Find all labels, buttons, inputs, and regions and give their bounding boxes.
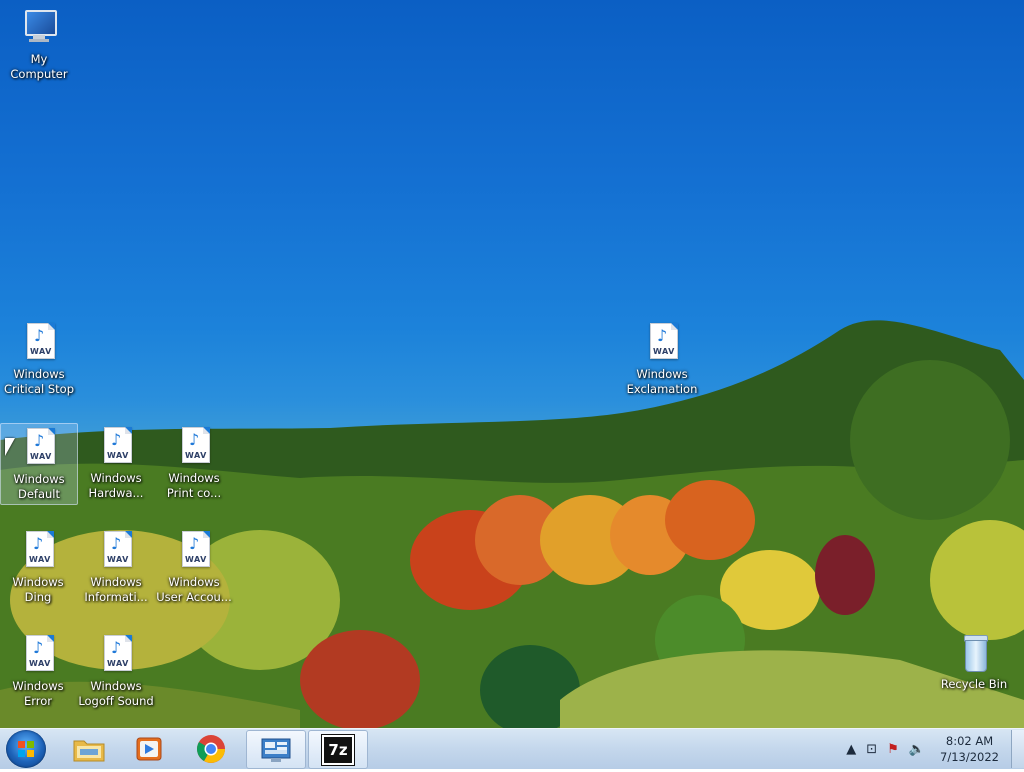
wav-file-windows-error[interactable]: ♪ WAV Windows Error [0,635,76,709]
start-button[interactable] [6,730,46,768]
folder-icon [73,740,105,761]
wav-file-windows-hardware[interactable]: ♪ WAV Windows Hardwa... [78,427,154,501]
icon-label: Windows User Accou... [156,575,232,604]
control-panel-icon [261,738,291,762]
icon-label: Windows Informati... [84,575,148,604]
mouse-pointer-icon [5,438,15,456]
icon-label: Windows Hardwa... [88,471,144,500]
icon-label: Windows Logoff Sound [78,679,154,708]
icon-label: My Computer [10,52,68,81]
icon-label: Windows Default [13,472,65,501]
windows-logo-icon [18,741,34,757]
chrome-icon [197,734,225,763]
recycle-bin-icon [956,633,992,673]
recycle-bin-icon-item[interactable]: Recycle Bin [936,633,1012,692]
wav-file-icon: ♪ WAV [98,635,134,675]
7zip-icon: 7z [321,733,355,766]
wav-file-icon: ♪ WAV [20,531,56,571]
taskbar-7zip[interactable]: 7z [308,730,368,769]
wav-file-icon: ♪ WAV [98,531,134,571]
wallpaper [0,320,1024,728]
wav-file-icon: ♪ WAV [644,323,680,363]
taskbar-chrome[interactable] [182,730,240,767]
clock-date: 7/13/2022 [940,750,999,764]
computer-icon [21,8,57,48]
icon-label: Windows Ding [12,575,64,604]
wav-file-icon: ♪ WAV [176,427,212,467]
icon-label: Recycle Bin [940,677,1008,691]
wav-file-icon: ♪ WAV [176,531,212,571]
action-center-flag-icon[interactable]: ⚑ [887,742,899,757]
wav-file-icon: ♪ WAV [20,635,56,675]
volume-icon[interactable]: 🔈 [909,742,925,757]
wav-file-windows-user-account[interactable]: ♪ WAV Windows User Accou... [156,531,232,605]
clock[interactable]: 8:02 AM 7/13/2022 [940,733,999,765]
clock-time: 8:02 AM [945,734,994,748]
icon-label: Windows Error [12,679,64,708]
icon-label: Windows Critical Stop [3,367,75,396]
wav-file-windows-print-complete[interactable]: ♪ WAV Windows Print co... [156,427,232,501]
wav-file-windows-default[interactable]: ♪ WAV Windows Default [0,423,78,505]
wav-file-windows-information[interactable]: ♪ WAV Windows Informati... [78,531,154,605]
icon-label: Windows Exclamation [626,367,698,396]
show-desktop-button[interactable] [1011,730,1024,768]
desktop: My Computer ♪ WAV Windows Critical Stop ♪… [0,0,1024,728]
wav-file-windows-critical-stop[interactable]: ♪ WAV Windows Critical Stop [1,323,77,397]
taskbar-media-player[interactable] [120,730,178,767]
network-icon[interactable]: ⊡ [866,742,877,757]
show-hidden-icons-chevron-icon[interactable]: ▲ [846,742,856,757]
taskbar: 7z ▲ ⊡ ⚑ 🔈 8:02 AM 7/13/2022 [0,728,1024,769]
wav-file-icon: ♪ WAV [98,427,134,467]
wav-file-windows-logoff-sound[interactable]: ♪ WAV Windows Logoff Sound [78,635,154,709]
wav-file-icon: ♪ WAV [21,323,57,363]
system-tray: ▲ ⊡ ⚑ 🔈 8:02 AM 7/13/2022 [841,729,1024,769]
wav-file-windows-exclamation[interactable]: ♪ WAV Windows Exclamation [624,323,700,397]
icon-label: Windows Print co... [166,471,222,500]
taskbar-control-panel[interactable] [246,730,306,769]
media-player-icon [136,737,162,760]
wav-file-windows-ding[interactable]: ♪ WAV Windows Ding [0,531,76,605]
taskbar-file-explorer[interactable] [60,730,118,767]
wav-file-icon: ♪ WAV [21,428,57,468]
my-computer-icon-item[interactable]: My Computer [1,8,77,82]
